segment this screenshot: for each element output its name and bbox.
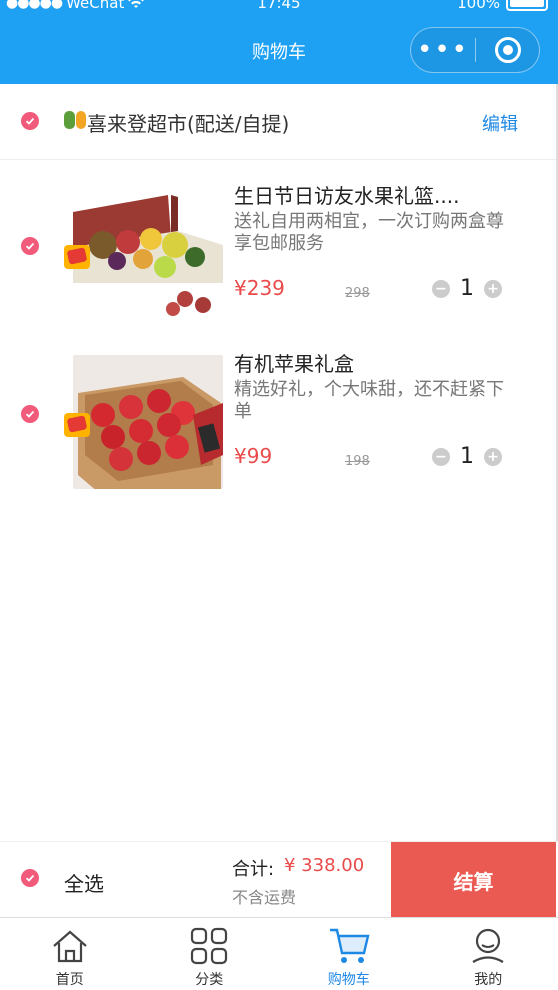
product-image[interactable] <box>73 187 223 321</box>
tab-bar: 首页 分类 购物车 我的 <box>0 917 558 990</box>
tab-profile[interactable]: 我的 <box>419 918 558 990</box>
tab-cart[interactable]: 购物车 <box>279 918 419 990</box>
tab-category[interactable]: 分类 <box>140 918 280 990</box>
decrease-button[interactable]: − <box>432 447 450 466</box>
profile-icon <box>467 926 509 966</box>
total-label: 合计: <box>232 859 275 880</box>
decrease-button[interactable]: − <box>432 279 450 298</box>
tab-label: 我的 <box>474 972 503 988</box>
increase-button[interactable]: + <box>484 279 502 298</box>
tab-home[interactable]: 首页 <box>0 918 140 990</box>
product-original-price: 198 <box>345 454 370 469</box>
select-all-checkbox[interactable] <box>21 869 39 887</box>
product-name[interactable]: 生日节日访友水果礼篮.... <box>234 180 494 209</box>
freight-note: 不含运费 <box>232 888 297 907</box>
item-checkbox[interactable] <box>21 237 39 255</box>
battery-percent: 100% <box>457 0 500 12</box>
tab-label: 购物车 <box>327 972 370 988</box>
status-bar: ●●●●● WeChat 17:45 100% <box>0 0 558 12</box>
promo-badge-icon <box>64 413 90 437</box>
cart-icon <box>328 926 370 966</box>
shop-row: 喜来登超市(配送/自提) 编辑 <box>0 84 558 160</box>
target-icon <box>494 37 521 63</box>
quantity-value[interactable]: 1 <box>460 444 474 469</box>
quantity-stepper: − 1 + <box>432 276 502 301</box>
promo-badge-icon <box>64 245 90 269</box>
edit-button[interactable]: 编辑 <box>482 110 518 136</box>
battery: 100% <box>457 0 548 12</box>
check-icon <box>25 874 35 882</box>
quantity-stepper: − 1 + <box>432 444 502 469</box>
check-icon <box>25 117 35 125</box>
item-checkbox[interactable] <box>21 405 39 423</box>
product-name[interactable]: 有机苹果礼盒 <box>234 348 494 377</box>
check-icon <box>25 242 35 250</box>
apple-box-image <box>73 355 223 489</box>
checkout-button[interactable]: 结算 <box>391 842 556 918</box>
shop-checkbox[interactable] <box>21 112 39 130</box>
battery-icon <box>506 0 548 11</box>
select-all-label[interactable]: 全选 <box>64 868 104 897</box>
tab-label: 分类 <box>195 972 224 988</box>
top-header: ●●●●● WeChat 17:45 100% 购物车 ••• <box>0 0 558 84</box>
fruit-basket-image <box>73 187 223 321</box>
product-desc: 送礼自用两相宜，一次订购两盒尊享包邮服务 <box>234 211 504 254</box>
product-price: ¥99 <box>234 444 273 468</box>
quantity-value[interactable]: 1 <box>460 276 474 301</box>
check-icon <box>25 410 35 418</box>
more-menu-button[interactable]: ••• <box>411 37 475 63</box>
close-mini-program-button[interactable] <box>476 37 539 63</box>
product-image[interactable] <box>73 355 223 489</box>
increase-button[interactable]: + <box>484 447 502 466</box>
tab-label: 首页 <box>55 972 84 988</box>
cart-item: 有机苹果礼盒 精选好礼，个大味甜，还不赶紧下单 ¥99 198 − 1 + <box>0 343 558 503</box>
product-original-price: 298 <box>345 286 370 301</box>
mini-program-capsule: ••• <box>410 27 540 73</box>
category-icon <box>188 926 230 966</box>
product-price: ¥239 <box>234 276 285 300</box>
total-value: ¥ 338.00 <box>284 855 365 876</box>
shop-name: 喜来登超市(配送/自提) <box>87 112 290 136</box>
settle-bar: 全选 合计: ¥ 338.00 不含运费 结算 <box>0 841 558 918</box>
shop-logo-icon <box>64 111 86 131</box>
cart-item: 生日节日访友水果礼篮.... 送礼自用两相宜，一次订购两盒尊享包邮服务 ¥239… <box>0 175 558 335</box>
home-icon <box>49 926 91 966</box>
product-desc: 精选好礼，个大味甜，还不赶紧下单 <box>234 379 504 422</box>
